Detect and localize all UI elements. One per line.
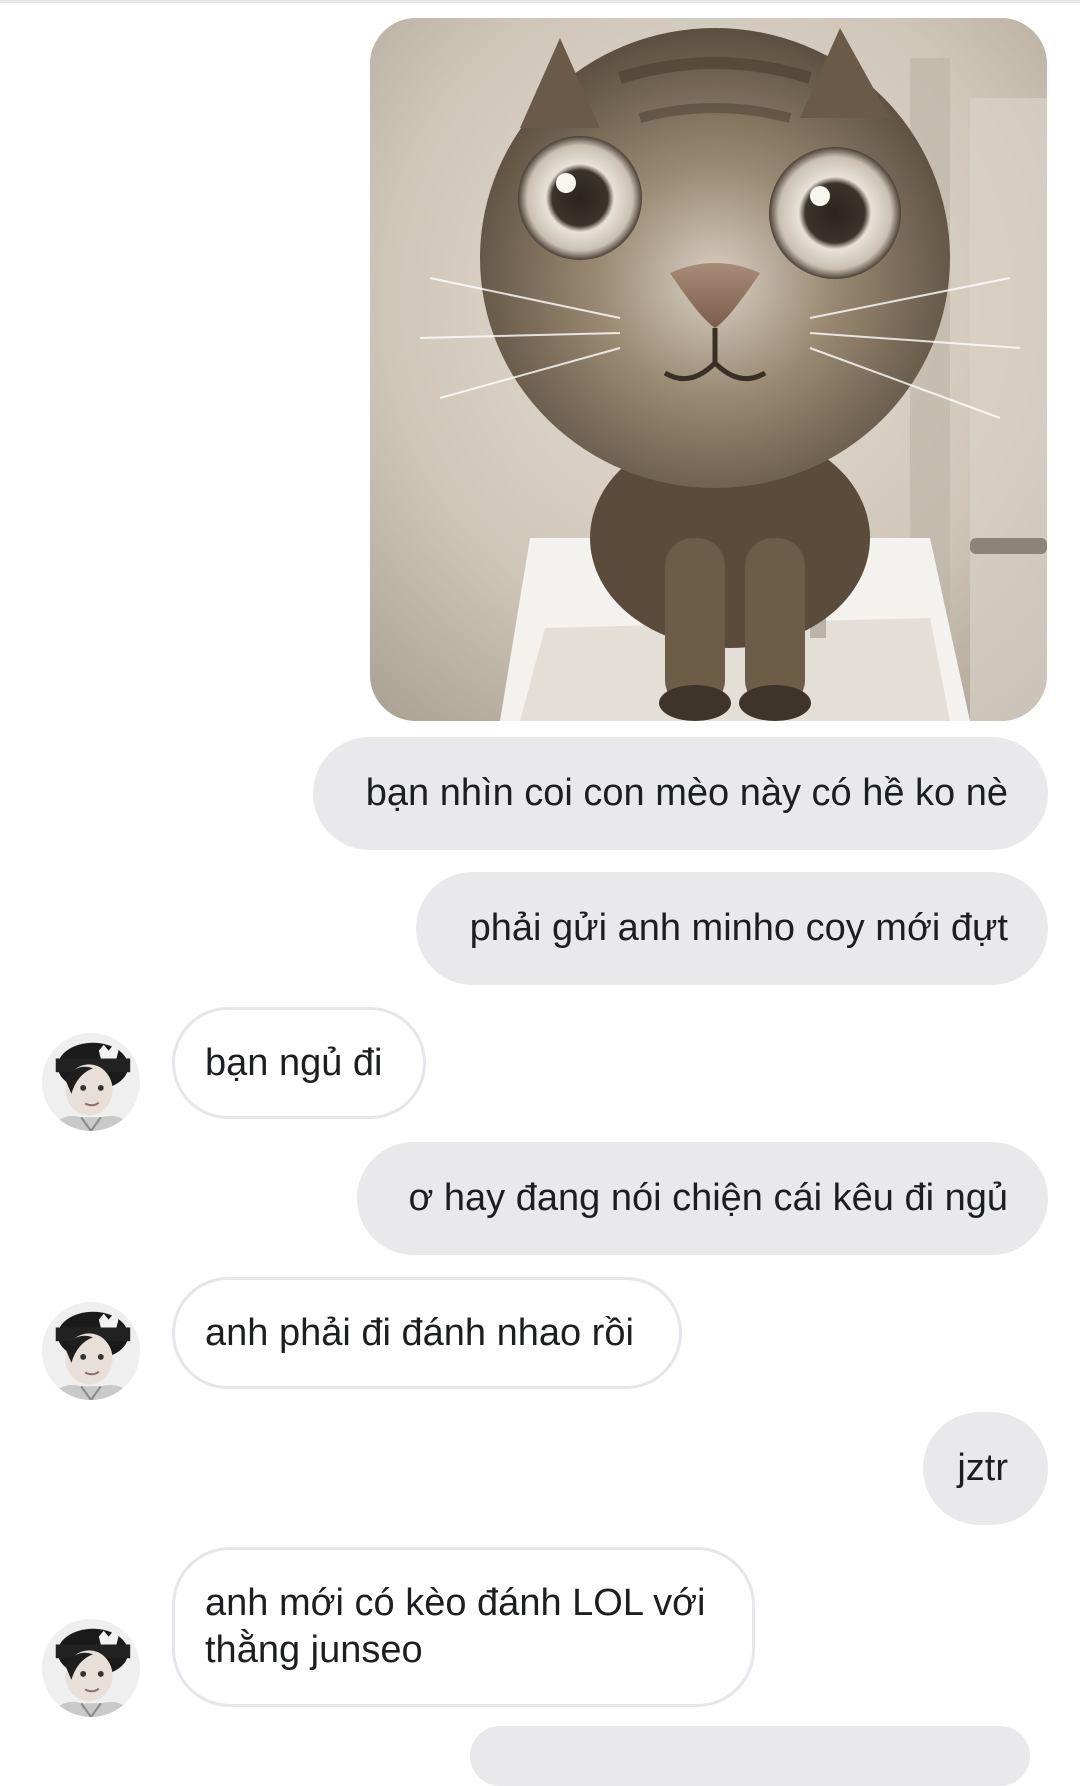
divider <box>0 0 1080 3</box>
sent-message-bubble[interactable]: jztr <box>923 1412 1048 1525</box>
sent-message-bubble-partial[interactable] <box>470 1726 1030 1786</box>
chat-thread: bạn nhìn coi con mèo này có hề ko nè phả… <box>0 0 1080 1786</box>
received-message-bubble[interactable]: bạn ngủ đi <box>172 1007 426 1119</box>
sent-message-bubble[interactable]: bạn nhìn coi con mèo này có hề ko nè <box>313 737 1048 850</box>
message-text: anh phải đi đánh nhao rồi <box>205 1311 634 1354</box>
message-text: jztr <box>957 1447 1008 1489</box>
avatar-photo-icon <box>42 1033 140 1131</box>
image-message-cat-photo[interactable] <box>370 18 1047 721</box>
sent-message-bubble[interactable]: ơ hay đang nói chiện cái kêu đi ngủ <box>357 1142 1048 1255</box>
avatar-photo-icon <box>42 1619 140 1717</box>
message-text: bạn ngủ đi <box>205 1041 383 1084</box>
message-text: anh mới có kèo đánh LOL với thằng junseo <box>205 1582 706 1671</box>
received-message-bubble[interactable]: anh phải đi đánh nhao rồi <box>172 1277 682 1389</box>
message-text: phải gửi anh minho coy mới đựt <box>469 907 1008 949</box>
contact-avatar[interactable] <box>42 1619 140 1717</box>
cat-photo-image <box>370 18 1047 721</box>
received-message-bubble[interactable]: anh mới có kèo đánh LOL với thằng junseo <box>172 1547 755 1707</box>
message-text: ơ hay đang nói chiện cái kêu đi ngủ <box>408 1177 1008 1219</box>
contact-avatar[interactable] <box>42 1302 140 1400</box>
avatar-photo-icon <box>42 1302 140 1400</box>
sent-message-bubble[interactable]: phải gửi anh minho coy mới đựt <box>416 872 1048 985</box>
contact-avatar[interactable] <box>42 1033 140 1131</box>
message-text: bạn nhìn coi con mèo này có hề ko nè <box>365 772 1008 814</box>
